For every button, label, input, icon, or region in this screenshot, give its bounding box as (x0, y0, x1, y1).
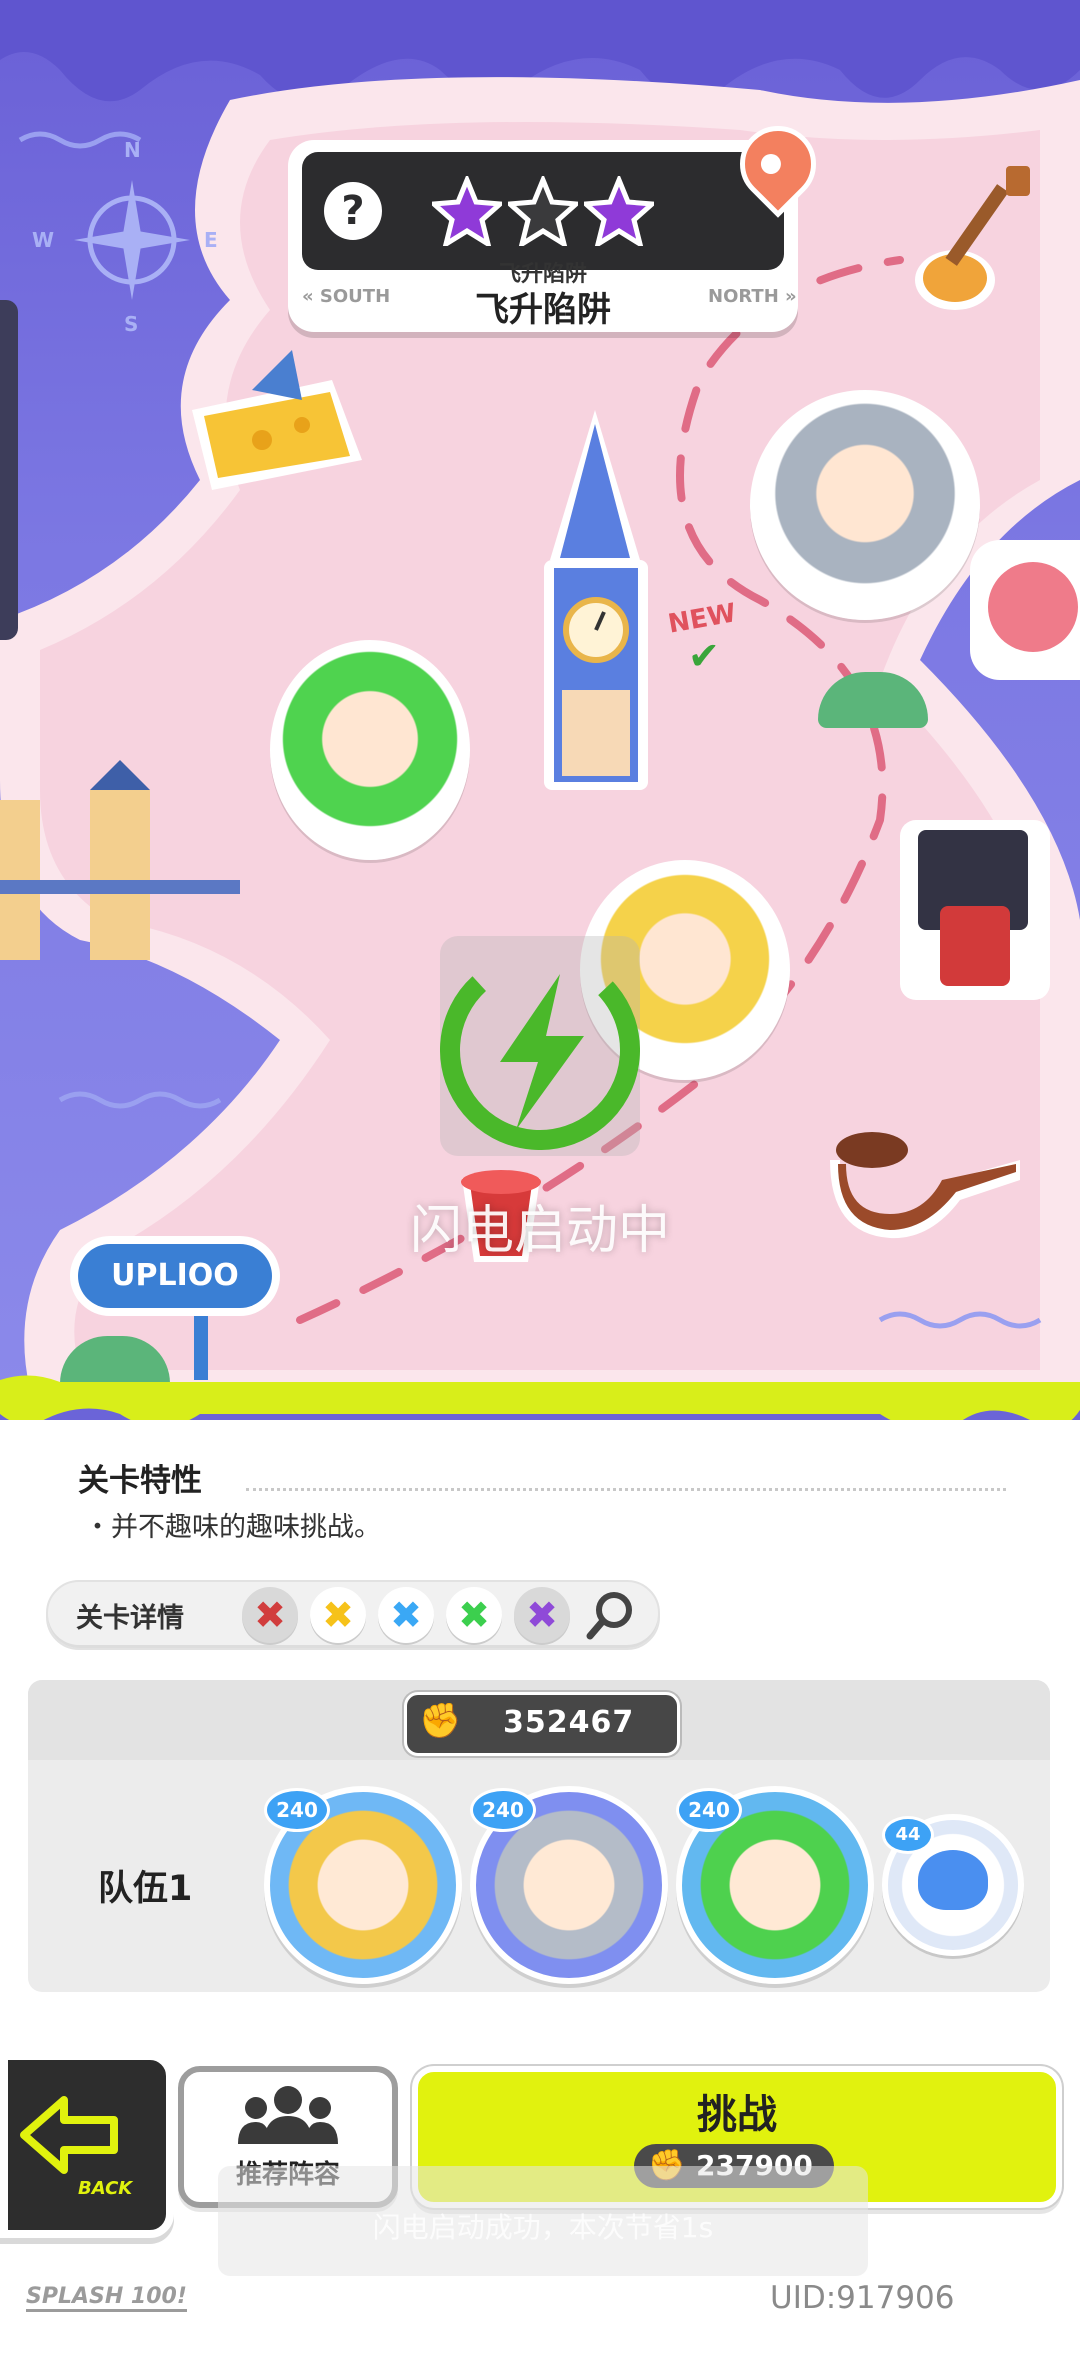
user-id: UID:917906 (770, 2280, 955, 2316)
hero-slot-1[interactable]: 240 (264, 1786, 462, 1984)
back-arrow-icon (20, 2096, 118, 2174)
direction-north[interactable]: NORTH » (708, 286, 797, 307)
red-gem-icon[interactable]: ✖ (242, 1587, 298, 1643)
cheese-sticker[interactable] (182, 350, 372, 510)
pet-level: 44 (882, 1816, 934, 1854)
back-button[interactable]: BACK (0, 2052, 174, 2238)
hero-level-3: 240 (676, 1788, 742, 1832)
compass-rose: N E S W (32, 138, 224, 336)
direction-south[interactable]: « SOUTH (302, 286, 390, 307)
clock-tower-sticker[interactable] (530, 410, 660, 790)
traits-divider (246, 1488, 1006, 1491)
traits-title: 关卡特性 (78, 1463, 202, 1499)
guard-sticker[interactable] (900, 820, 1050, 1000)
compass-w: W (32, 228, 55, 252)
purple-gem-icon[interactable]: ✖ (514, 1587, 570, 1643)
green-gem-icon[interactable]: ✖ (446, 1587, 502, 1643)
flash-status-text: 闪电启动中 (409, 1201, 670, 1261)
hero-slot-2[interactable]: 240 (470, 1786, 668, 1984)
check-icon: ✔ (688, 634, 720, 678)
toast-text: 闪电启动成功，本次节省1s (372, 2211, 714, 2244)
silver-hair-character-sticker[interactable] (750, 390, 980, 620)
lightning-icon (440, 950, 640, 1150)
direction-north-label: NORTH (708, 286, 779, 307)
challenge-label: 挑战 (697, 2092, 777, 2138)
star-icon-3 (584, 176, 654, 246)
compass-s: S (124, 312, 139, 336)
game-logo: SPLASH 100! (26, 2284, 187, 2312)
back-label: BACK (78, 2178, 133, 2199)
stage-details-label: 关卡详情 (76, 1603, 184, 1634)
direction-south-label: SOUTH (319, 286, 391, 307)
team-power-badge: ✊ 352467 (404, 1692, 680, 1756)
stage-details-bar[interactable]: 关卡详情 ✖ ✖ ✖ ✖ ✖ (46, 1580, 660, 1650)
question-icon[interactable]: ? (324, 182, 382, 240)
team-label: 队伍1 (98, 1869, 193, 1909)
hero-slot-3[interactable]: 240 (676, 1786, 874, 1984)
rose-sticker[interactable] (970, 540, 1080, 680)
side-drawer-handle[interactable] (0, 300, 18, 640)
level-star-bar: ? (302, 152, 784, 270)
new-badge: NEW ✔ (665, 598, 739, 678)
star-icon-1 (432, 176, 502, 246)
team-box: ✊ 352467 队伍1 240 240 240 44 (28, 1680, 1050, 1992)
yellow-gem-icon[interactable]: ✖ (310, 1587, 366, 1643)
hero-level-2: 240 (470, 1788, 536, 1832)
blue-pet-portrait (918, 1850, 988, 1910)
pet-slot[interactable]: 44 (882, 1814, 1024, 1956)
guitar-sticker[interactable] (910, 160, 1050, 320)
traits-description: ・并不趣味的趣味挑战。 (84, 1512, 381, 1543)
star-icon-2 (508, 176, 578, 246)
green-hair-character-sticker[interactable] (270, 640, 470, 860)
compass-e: E (204, 228, 218, 252)
hero-level-1: 240 (264, 1788, 330, 1832)
magnifier-icon[interactable] (584, 1588, 638, 1642)
flash-success-toast: 闪电启动成功，本次节省1s (218, 2166, 868, 2276)
level-info-card: ? 飞升陷阱 飞升陷阱 « SOUTH NORTH » (288, 110, 832, 332)
team-power-value: 352467 (503, 1705, 635, 1740)
team-silhouette-icon (238, 2086, 338, 2144)
fist-icon: ✊ (419, 1701, 462, 1741)
compass-n: N (124, 138, 141, 162)
blue-gem-icon[interactable]: ✖ (378, 1587, 434, 1643)
tower-bridge-sticker[interactable] (0, 760, 240, 960)
